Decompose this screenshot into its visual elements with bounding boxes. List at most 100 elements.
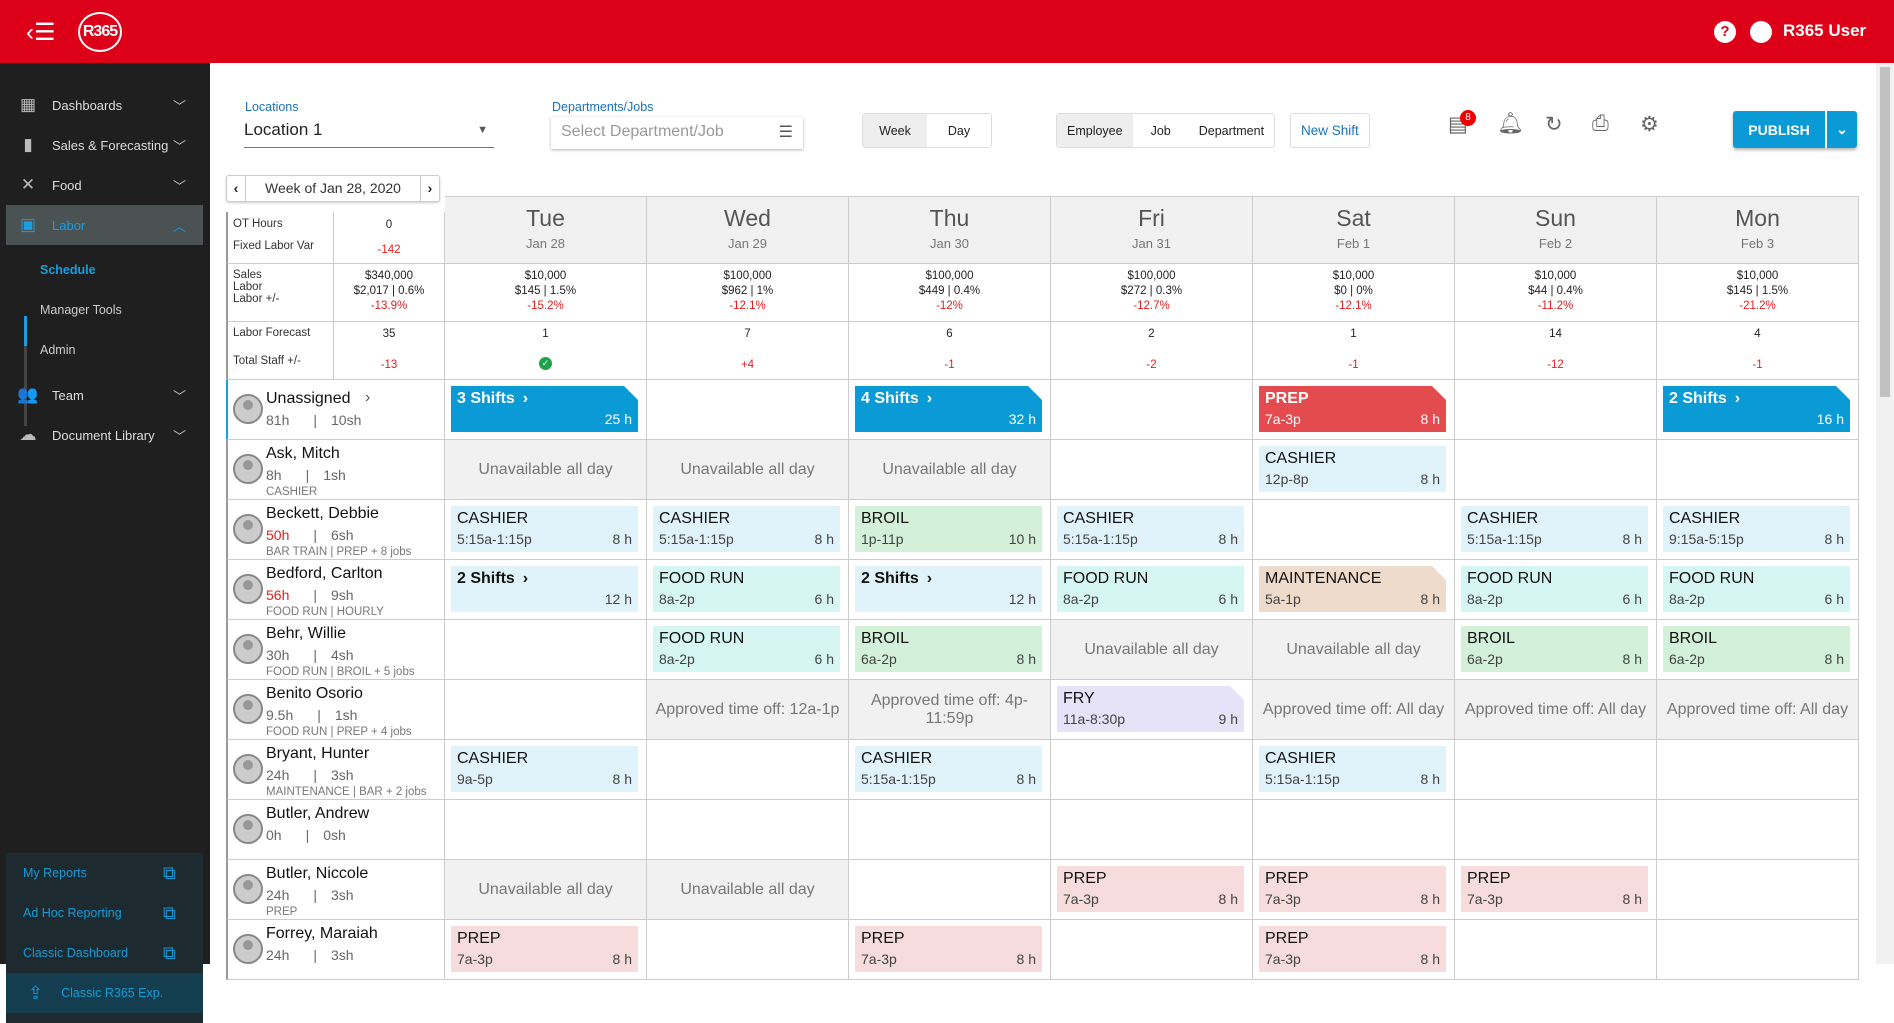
shift-card[interactable]: MAINTENANCE 5a-1p 8 h	[1259, 566, 1446, 612]
schedule-cell[interactable]: Unavailable all day	[849, 440, 1051, 500]
schedule-cell[interactable]: FRY 11a-8:30p 9 h	[1051, 680, 1253, 740]
schedule-cell[interactable]: PREP 7a-3p 8 h	[1253, 380, 1455, 440]
sidebar-subitem-admin[interactable]: Admin	[40, 343, 75, 357]
schedule-cell[interactable]	[1455, 800, 1657, 860]
shift-card[interactable]: FOOD RUN 8a-2p 6 h	[653, 566, 840, 612]
schedule-cell[interactable]: FOOD RUN 8a-2p 6 h	[1455, 560, 1657, 620]
employee-name[interactable]: Unassigned	[266, 390, 351, 408]
sidebar-item-food[interactable]: ✕ Food ﹀	[6, 165, 203, 205]
schedule-cell[interactable]	[1657, 440, 1859, 500]
schedule-cell[interactable]: BROIL 6a-2p 8 h	[849, 620, 1051, 680]
schedule-cell[interactable]	[1455, 740, 1657, 800]
shift-card[interactable]: CASHIER 5:15a-1:15p 8 h	[1057, 506, 1244, 552]
sidebar-item-labor[interactable]: ▣ Labor ︿	[6, 205, 203, 245]
sidebar-subitem-manager-tools[interactable]: Manager Tools	[40, 303, 122, 317]
week-view-button[interactable]: Week	[863, 114, 927, 147]
day-header-tue[interactable]: Tue Jan 28	[445, 196, 647, 264]
shift-card[interactable]: PREP 7a-3p 8 h	[1057, 866, 1244, 912]
group-employee-button[interactable]: Employee	[1057, 114, 1133, 147]
publish-dropdown-button[interactable]: ⌄	[1827, 111, 1857, 148]
schedule-cell[interactable]: Unavailable all day	[1253, 620, 1455, 680]
shift-card[interactable]: BROIL 6a-2p 8 h	[1461, 626, 1648, 672]
schedule-cell[interactable]: PREP 7a-3p 8 h	[1253, 920, 1455, 980]
publish-button[interactable]: PUBLISH	[1733, 111, 1825, 148]
schedule-cell[interactable]: Unavailable all day	[647, 440, 849, 500]
week-label[interactable]: Week of Jan 28, 2020	[245, 176, 421, 201]
schedule-cell[interactable]: CASHIER 9:15a-5:15p 8 h	[1657, 500, 1859, 560]
shift-card[interactable]: BROIL 1p-11p 10 h	[855, 506, 1042, 552]
classic-experience-button[interactable]: ⇪ Classic R365 Exp.	[6, 973, 203, 1013]
shift-card[interactable]: CASHIER 5:15a-1:15p 8 h	[451, 506, 638, 552]
employee-cell[interactable]: Beckett, Debbie 50h | 6sh BAR TRAIN | PREP +…	[226, 500, 445, 560]
employee-name[interactable]: Ask, Mitch	[266, 445, 340, 463]
schedule-cell[interactable]: CASHIER 9a-5p 8 h	[445, 740, 647, 800]
schedule-cell[interactable]: Unavailable all day	[445, 860, 647, 920]
sidebar-link-classic-dashboard[interactable]: Classic Dashboard ⧉	[6, 933, 203, 973]
group-department-button[interactable]: Department	[1189, 114, 1274, 147]
employee-name[interactable]: Forrey, Maraiah	[266, 925, 378, 943]
day-view-button[interactable]: Day	[927, 114, 991, 147]
shift-card[interactable]: CASHIER 9a-5p 8 h	[451, 746, 638, 792]
schedule-cell[interactable]: 2 Shifts › 16 h	[1657, 380, 1859, 440]
schedule-cell[interactable]	[647, 800, 849, 860]
schedule-cell[interactable]: Approved time off: 12a-1p	[647, 680, 849, 740]
schedule-cell[interactable]: CASHIER 5:15a-1:15p 8 h	[1455, 500, 1657, 560]
schedule-cell[interactable]: Approved time off: All day	[1455, 680, 1657, 740]
shift-card[interactable]: PREP 7a-3p 8 h	[855, 926, 1042, 972]
location-select[interactable]: Location 1 ▼	[244, 120, 494, 148]
schedule-cell[interactable]	[445, 680, 647, 740]
settings-icon[interactable]: ⚙	[1640, 112, 1659, 137]
employee-cell[interactable]: Benito Osorio 9.5h | 1sh FOOD RUN | PREP + 4…	[226, 680, 445, 740]
employee-name[interactable]: Beckett, Debbie	[266, 505, 379, 523]
schedule-cell[interactable]	[849, 800, 1051, 860]
schedule-cell[interactable]: PREP 7a-3p 8 h	[1051, 860, 1253, 920]
multi-shift-card[interactable]: 2 Shifts › 12 h	[451, 566, 638, 612]
employee-cell[interactable]: Behr, Willie 30h | 4sh FOOD RUN | BROIL + 5 …	[226, 620, 445, 680]
r365-logo[interactable]: R365	[78, 12, 122, 52]
group-job-button[interactable]: Job	[1133, 114, 1189, 147]
day-header-wed[interactable]: Wed Jan 29	[647, 196, 849, 264]
schedule-cell[interactable]	[1051, 740, 1253, 800]
schedule-cell[interactable]	[849, 860, 1051, 920]
schedule-cell[interactable]	[1253, 800, 1455, 860]
employee-cell[interactable]: Unassigned › 81h | 10sh	[226, 380, 445, 440]
shift-card[interactable]: CASHIER 9:15a-5:15p 8 h	[1663, 506, 1850, 552]
schedule-cell[interactable]: CASHIER 12p-8p 8 h	[1253, 440, 1455, 500]
schedule-cell[interactable]	[1455, 920, 1657, 980]
schedule-cell[interactable]: PREP 7a-3p 8 h	[445, 920, 647, 980]
menu-icon[interactable]: ‹☰	[26, 18, 56, 47]
filter-icon[interactable]: ☰	[779, 122, 793, 142]
account-icon[interactable]	[1750, 21, 1772, 43]
schedule-cell[interactable]	[445, 620, 647, 680]
sidebar-item-dashboards[interactable]: ▦ Dashboards ﹀	[6, 85, 203, 125]
schedule-cell[interactable]	[1051, 800, 1253, 860]
sidebar-item-sales-forecasting[interactable]: ▮ Sales & Forecasting ﹀	[6, 125, 203, 165]
shift-card[interactable]: CASHIER 5:15a-1:15p 8 h	[653, 506, 840, 552]
shift-card[interactable]: PREP 7a-3p 8 h	[1259, 386, 1446, 432]
print-icon[interactable]: ⎙	[1592, 112, 1609, 136]
multi-shift-card[interactable]: 3 Shifts › 25 h	[451, 386, 638, 432]
user-name[interactable]: R365 User	[1783, 21, 1866, 41]
schedule-cell[interactable]: FOOD RUN 8a-2p 6 h	[1657, 560, 1859, 620]
schedule-cell[interactable]	[647, 380, 849, 440]
employee-name[interactable]: Bedford, Carlton	[266, 565, 383, 583]
employee-name[interactable]: Butler, Niccole	[266, 865, 368, 883]
next-week-button[interactable]: ›	[421, 176, 439, 201]
shift-card[interactable]: FOOD RUN 8a-2p 6 h	[1663, 566, 1850, 612]
schedule-cell[interactable]	[1455, 380, 1657, 440]
schedule-cell[interactable]	[1051, 380, 1253, 440]
shift-card[interactable]: PREP 7a-3p 8 h	[451, 926, 638, 972]
schedule-cell[interactable]: PREP 7a-3p 8 h	[1455, 860, 1657, 920]
schedule-cell[interactable]: CASHIER 5:15a-1:15p 8 h	[445, 500, 647, 560]
employee-cell[interactable]: Ask, Mitch 8h | 1sh CASHIER	[226, 440, 445, 500]
multi-shift-card[interactable]: 2 Shifts › 16 h	[1663, 386, 1850, 432]
employee-name[interactable]: Bryant, Hunter	[266, 745, 369, 763]
employee-name[interactable]: Behr, Willie	[266, 625, 346, 643]
schedule-cell[interactable]	[1657, 800, 1859, 860]
schedule-cell[interactable]: 4 Shifts › 32 h	[849, 380, 1051, 440]
shift-card[interactable]: PREP 7a-3p 8 h	[1259, 926, 1446, 972]
schedule-cell[interactable]	[647, 920, 849, 980]
shift-card[interactable]: CASHIER 12p-8p 8 h	[1259, 446, 1446, 492]
shift-card[interactable]: CASHIER 5:15a-1:15p 8 h	[855, 746, 1042, 792]
prev-week-button[interactable]: ‹	[227, 176, 245, 201]
